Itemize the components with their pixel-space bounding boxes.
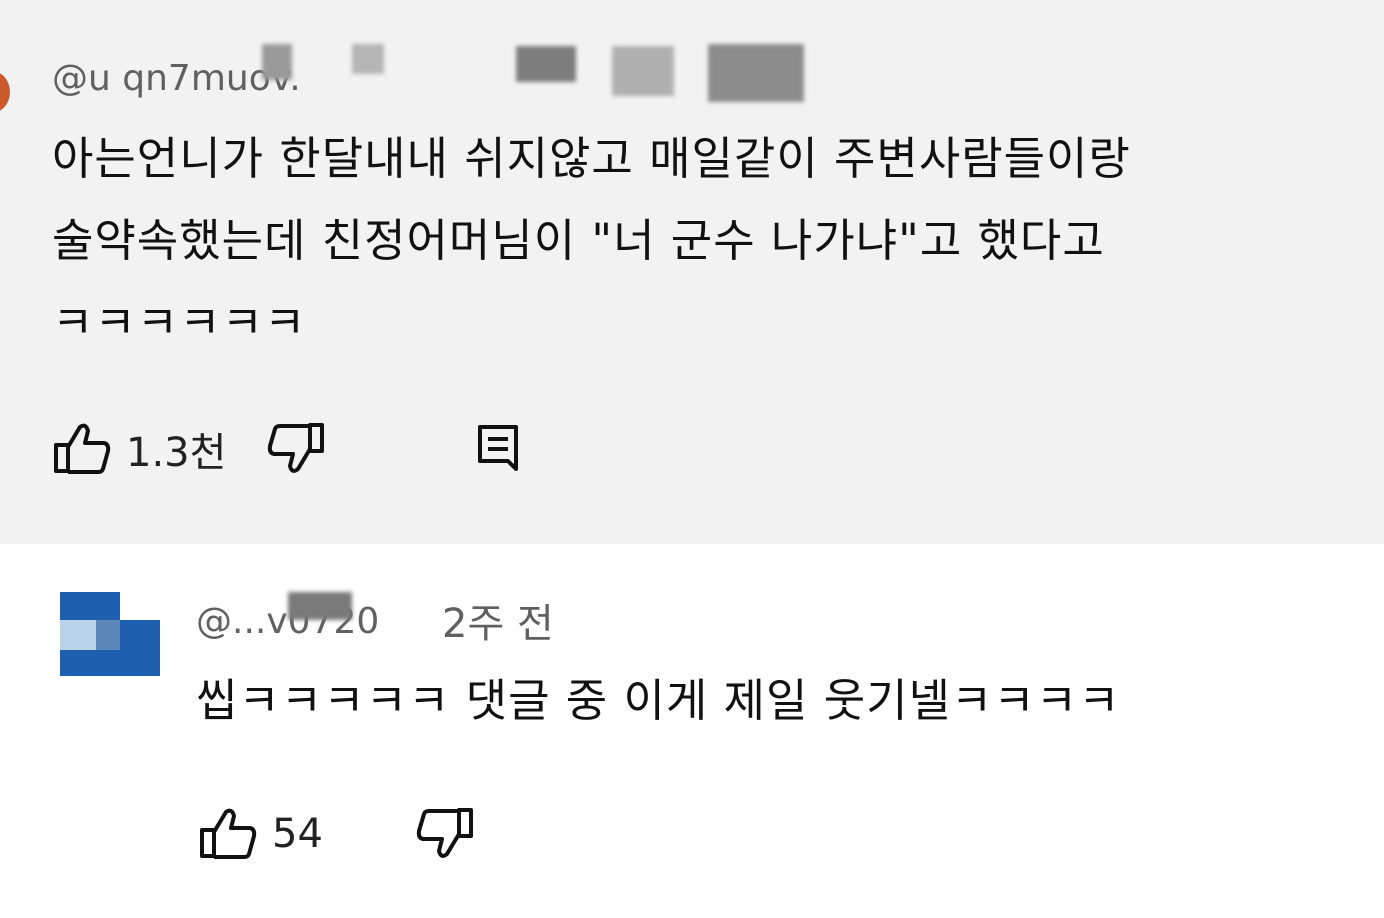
like-count: 54 [272, 811, 323, 857]
handle-redaction [708, 44, 804, 102]
like-count: 1.3천 [126, 430, 227, 476]
comment-line: 아는언니가 한달내내 쉬지않고 매일같이 주변사람들이랑 [52, 132, 1131, 185]
thumbs-up-icon[interactable] [198, 806, 258, 862]
comment-line: ㅋㅋㅋㅋㅋㅋ [52, 296, 307, 349]
highlighted-comment: @u qn7muov. 아는언니가 한달내내 쉬지않고 매일같이 주변사람들이랑… [0, 0, 1384, 544]
handle-redaction [612, 46, 674, 96]
reply-timestamp: 2주 전 [442, 601, 554, 647]
comment-line: 술약속했는데 친정어머님이 "너 군수 나가냐"고 했다고 [52, 214, 1105, 267]
reply-icon[interactable] [476, 423, 522, 475]
reply-avatar[interactable] [60, 592, 160, 692]
handle-redaction [288, 592, 352, 620]
handle-redaction [262, 44, 292, 80]
thumbs-up-icon[interactable] [52, 421, 112, 477]
commenter-avatar[interactable] [0, 72, 10, 112]
thumbs-down-icon[interactable] [415, 806, 475, 862]
handle-redaction [352, 44, 384, 74]
comment-body: 아는언니가 한달내내 쉬지않고 매일같이 주변사람들이랑 술약속했는데 친정어머… [52, 118, 1352, 364]
handle-redaction [516, 46, 576, 82]
thumbs-down-icon[interactable] [266, 421, 326, 477]
reply-body: 씹ㅋㅋㅋㅋㅋ 댓글 중 이게 제일 웃기넬ㅋㅋㅋㅋ [196, 674, 1121, 727]
reply-actions: 54 [198, 806, 475, 862]
comment-actions: 1.3천 [52, 420, 522, 478]
